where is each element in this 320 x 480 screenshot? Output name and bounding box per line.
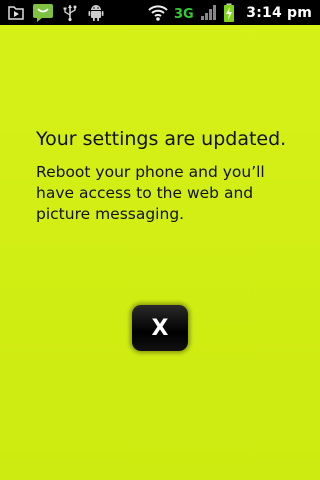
network-type-label: 3G — [174, 7, 194, 22]
page-title: Your settings are updated. — [36, 128, 287, 150]
notification-icons — [6, 3, 112, 22]
reboot-message: Reboot your phone and you’ll have access… — [36, 163, 265, 223]
media-play-icon[interactable] — [6, 3, 26, 22]
battery-charging-icon — [223, 3, 235, 22]
status-time: 3:14 pm — [246, 4, 312, 21]
message-icon[interactable] — [32, 3, 54, 22]
signal-icon — [200, 3, 218, 22]
usb-icon[interactable] — [60, 3, 80, 22]
close-icon: X — [151, 315, 169, 341]
system-icons: 3G 3:14 pm — [148, 0, 320, 25]
settings-confirmation-screen: Your settings are updated. Reboot your p… — [0, 25, 320, 480]
network-3g-icon: 3G — [173, 3, 195, 22]
close-button[interactable]: X — [132, 305, 188, 351]
status-bar: 3G 3:14 pm — [0, 0, 320, 25]
wifi-icon — [148, 3, 168, 22]
android-debug-icon[interactable] — [86, 3, 106, 22]
